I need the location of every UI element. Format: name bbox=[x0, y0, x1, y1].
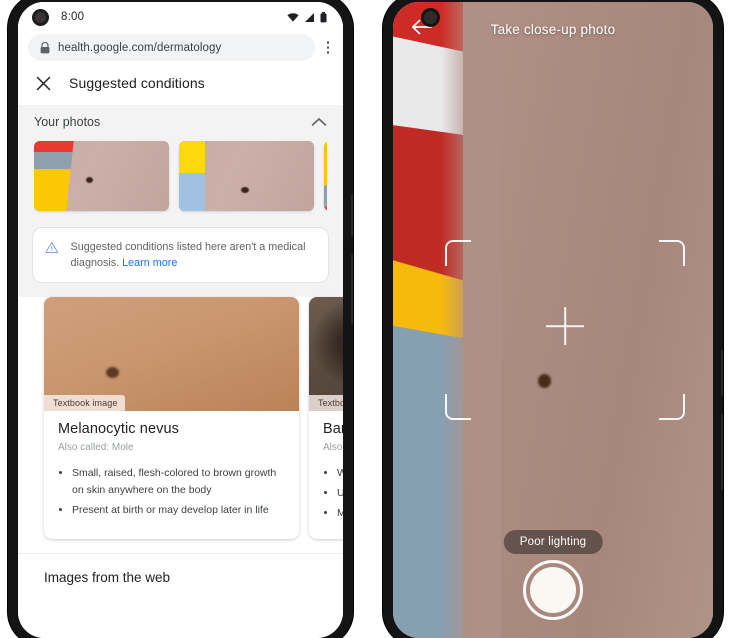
photo-thumb-3[interactable] bbox=[324, 141, 327, 211]
condition-name: Melanocytic nevus bbox=[58, 421, 179, 438]
volume-button[interactable] bbox=[721, 414, 723, 490]
chevron-up-icon[interactable] bbox=[311, 117, 327, 127]
browser-toolbar: health.google.com/dermatology bbox=[18, 32, 343, 69]
frame-corner-top-left bbox=[445, 240, 471, 266]
photo-thumb-1[interactable] bbox=[34, 141, 169, 211]
cell-signal-icon bbox=[305, 12, 314, 22]
camera-top-bar: Take close-up photo bbox=[393, 18, 713, 40]
camera-title: Take close-up photo bbox=[490, 21, 616, 37]
phone-right-screen: Take close-up photo Poor lighting bbox=[393, 2, 713, 638]
condition-cards: Textbook image Melanocytic nevus Also ca… bbox=[18, 297, 343, 539]
disclaimer-wrapper: Suggested conditions listed here aren't … bbox=[18, 227, 343, 298]
focus-frame bbox=[445, 240, 685, 420]
battery-icon bbox=[320, 11, 327, 22]
your-photos-header[interactable]: Your photos bbox=[34, 115, 327, 129]
condition-photo-1: Textbook image bbox=[44, 297, 299, 412]
disclaimer-text: Suggested conditions listed here aren't … bbox=[71, 239, 316, 271]
condition-bullet: Present at birth or may develop later in… bbox=[72, 502, 287, 519]
front-camera-punchhole bbox=[421, 8, 440, 27]
condition-alias: Also called: Mole bbox=[58, 442, 134, 454]
your-photos-section: Your photos bbox=[18, 105, 343, 227]
screenshot-stage: 8:00 health.google.com/dermatology Sugge… bbox=[0, 0, 740, 638]
condition-bullets: Small, raised, flesh-colored to brown gr… bbox=[58, 465, 287, 518]
lock-icon bbox=[40, 41, 50, 53]
condition-card-1[interactable]: Textbook image Melanocytic nevus Also ca… bbox=[44, 297, 299, 539]
warning-triangle-icon bbox=[45, 242, 59, 253]
status-clock: 8:00 bbox=[61, 11, 85, 23]
shutter-inner bbox=[530, 567, 576, 613]
disclaimer-sentence: Suggested conditions listed here aren't … bbox=[70, 241, 306, 270]
power-button[interactable] bbox=[351, 194, 353, 236]
frame-corner-bottom-right bbox=[659, 394, 685, 420]
learn-more-link[interactable]: Learn more bbox=[122, 257, 177, 269]
browser-screen: 8:00 health.google.com/dermatology Sugge… bbox=[18, 2, 343, 638]
phone-right-camera: Take close-up photo Poor lighting bbox=[383, 0, 723, 638]
crosshair-icon bbox=[546, 307, 584, 345]
condition-photo-2: Textbook bbox=[309, 297, 343, 412]
shutter-button[interactable] bbox=[523, 560, 583, 620]
wifi-icon bbox=[287, 12, 299, 22]
disclaimer-banner: Suggested conditions listed here aren't … bbox=[32, 227, 329, 284]
kebab-menu-icon[interactable] bbox=[315, 41, 337, 54]
status-icons bbox=[287, 11, 327, 23]
frame-corner-top-right bbox=[659, 240, 685, 266]
address-bar[interactable]: health.google.com/dermatology bbox=[28, 34, 315, 61]
textbook-image-badge: Textbook image bbox=[44, 395, 126, 412]
photo-thumbnail-strip[interactable] bbox=[34, 129, 327, 227]
front-camera-punchhole bbox=[32, 8, 49, 26]
images-from-web-heading: Images from the web bbox=[44, 569, 171, 585]
power-button[interactable] bbox=[721, 350, 723, 396]
poor-lighting-chip: Poor lighting bbox=[503, 530, 603, 554]
address-bar-text: health.google.com/dermatology bbox=[58, 41, 222, 54]
spacer bbox=[18, 538, 343, 553]
condition-bullets: Wart- Usual grey May b bbox=[323, 465, 343, 521]
phone-left-browser: 8:00 health.google.com/dermatology Sugge… bbox=[8, 0, 353, 638]
phone-left-screen: 8:00 health.google.com/dermatology Sugge… bbox=[18, 2, 343, 638]
condition-bullet: May b bbox=[337, 505, 343, 522]
condition-bullet: Small, raised, flesh-colored to brown gr… bbox=[72, 465, 287, 499]
frame-corner-bottom-left bbox=[445, 394, 471, 420]
your-photos-label: Your photos bbox=[34, 115, 101, 129]
condition-bullet: Usual grey bbox=[337, 485, 343, 502]
page-header: Suggested conditions bbox=[18, 69, 343, 105]
condition-body-1: Melanocytic nevus Also called: Mole Smal… bbox=[44, 411, 299, 535]
volume-button[interactable] bbox=[351, 254, 353, 324]
condition-card-2[interactable]: Textbook Barnac Also calle Wart- Usual g… bbox=[309, 297, 343, 539]
photo-thumb-2[interactable] bbox=[179, 141, 314, 211]
status-bar: 8:00 bbox=[18, 2, 343, 32]
condition-name: Barnac bbox=[323, 421, 343, 438]
condition-body-2: Barnac Also calle Wart- Usual grey May b bbox=[309, 411, 343, 538]
page-title: Suggested conditions bbox=[69, 75, 205, 91]
condition-alias: Also calle bbox=[323, 442, 343, 454]
textbook-image-badge: Textbook bbox=[309, 395, 343, 412]
images-from-web-section: Images from the web bbox=[18, 553, 343, 585]
close-icon[interactable] bbox=[36, 76, 51, 91]
condition-bullet: Wart- bbox=[337, 465, 343, 482]
camera-screen: Take close-up photo Poor lighting bbox=[393, 2, 713, 638]
